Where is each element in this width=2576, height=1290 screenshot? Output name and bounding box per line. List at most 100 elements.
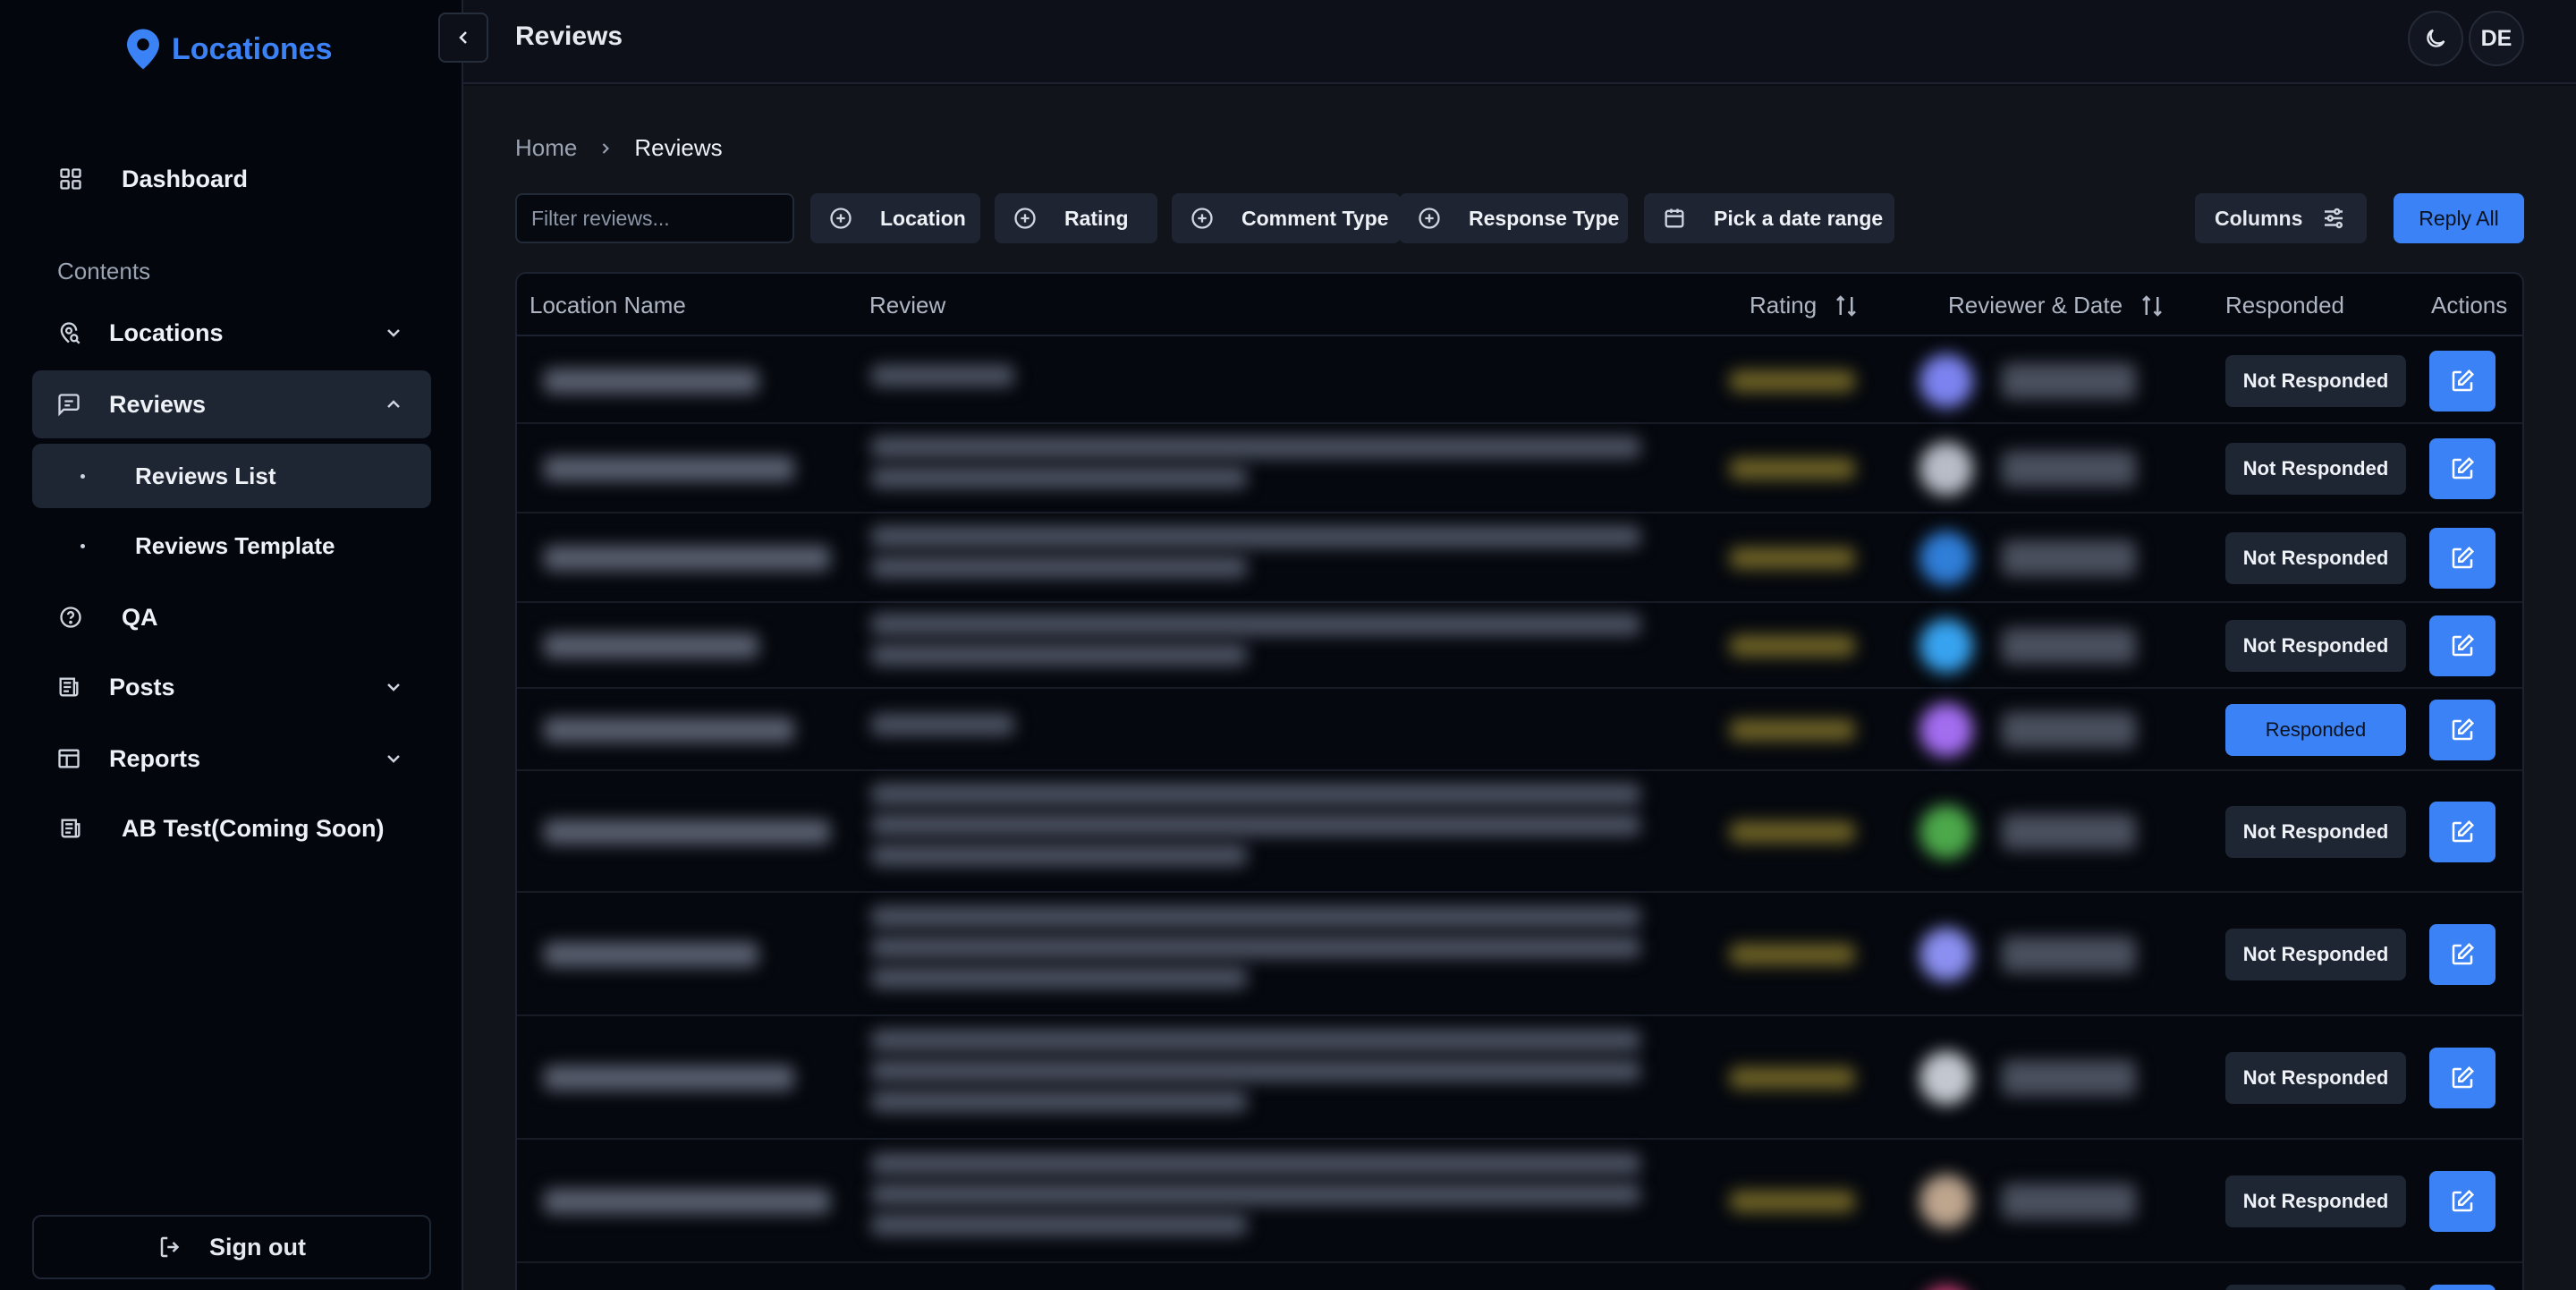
response-type-filter-button[interactable]: Response Type — [1399, 193, 1628, 243]
breadcrumb-home[interactable]: Home — [515, 134, 577, 162]
brand-logo[interactable]: Locationes — [127, 27, 332, 72]
reviewer-avatar — [1919, 442, 1973, 496]
app-root: Locationes Dashboard Contents Locations — [0, 0, 2576, 1290]
column-header-review[interactable]: Review — [869, 292, 945, 319]
sidebar-item-reports[interactable]: Reports — [32, 725, 431, 793]
sidebar-item-label: Posts — [109, 673, 175, 700]
theme-toggle-button[interactable] — [2408, 11, 2463, 66]
chip-label: Rating — [1064, 206, 1129, 230]
edit-icon — [2452, 1189, 2475, 1212]
response-status-button[interactable]: Responded — [2225, 704, 2406, 756]
sidebar-item-locations[interactable]: Locations — [32, 299, 431, 367]
date-range-picker-button[interactable]: Pick a date range — [1644, 193, 1894, 243]
user-initials: DE — [2480, 25, 2512, 51]
rating-stars-cell — [1730, 719, 1855, 741]
rating-stars-cell — [1730, 1191, 1855, 1212]
edit-icon — [2452, 1065, 2475, 1089]
sidebar-item-label: Reviews — [109, 390, 207, 418]
filter-reviews-input[interactable] — [515, 193, 794, 243]
review-text-cell — [871, 365, 1014, 386]
response-status-button[interactable]: Not Responded — [2225, 1052, 2406, 1104]
table-row: Not Responded — [517, 1140, 2522, 1263]
sidebar-item-label: Reports — [109, 744, 201, 772]
columns-label: Columns — [2215, 206, 2303, 230]
edit-icon — [2452, 369, 2475, 392]
table-row: Not Responded — [517, 893, 2522, 1016]
sidebar-item-label: QA — [122, 603, 158, 631]
location-name-cell — [544, 942, 758, 967]
edit-icon — [2452, 456, 2475, 480]
sidebar-item-label: AB Test(Coming Soon) — [122, 814, 385, 842]
reviewer-avatar — [1919, 619, 1973, 673]
collapse-sidebar-button[interactable] — [438, 13, 488, 63]
edit-review-button[interactable] — [2429, 528, 2496, 589]
table-row: Not Responded — [517, 513, 2522, 603]
message-square-icon — [55, 391, 82, 418]
brand-name: Locationes — [172, 31, 333, 66]
sign-out-label: Sign out — [209, 1233, 306, 1260]
reviewer-date-cell — [2002, 540, 2136, 576]
sign-out-button[interactable]: Sign out — [32, 1215, 431, 1279]
sidebar-item-ab-test[interactable]: AB Test(Coming Soon) — [32, 794, 431, 862]
column-header-location-name[interactable]: Location Name — [530, 292, 686, 319]
help-circle-icon — [57, 604, 84, 631]
column-header-rating[interactable]: Rating — [1750, 292, 1860, 319]
table-row: Not Responded — [517, 603, 2522, 689]
edit-icon — [2452, 633, 2475, 657]
table-row: Not Responded — [517, 1016, 2522, 1140]
response-status-button[interactable]: Not Responded — [2225, 620, 2406, 672]
response-status-button[interactable]: Not Responded — [2225, 929, 2406, 980]
edit-review-button[interactable] — [2429, 1048, 2496, 1108]
reviewer-date-cell — [2002, 451, 2136, 487]
edit-review-button[interactable] — [2429, 1285, 2496, 1290]
reviewer-avatar — [1919, 703, 1973, 757]
reviewer-date-cell — [2002, 712, 2136, 748]
review-text-cell — [871, 1184, 1640, 1205]
table-row — [517, 1263, 2522, 1290]
response-status-button[interactable]: Not Responded — [2225, 532, 2406, 584]
response-status-button[interactable]: Not Responded — [2225, 806, 2406, 858]
edit-review-button[interactable] — [2429, 615, 2496, 676]
reply-all-button[interactable]: Reply All — [2394, 193, 2524, 243]
response-status-button[interactable]: Not Responded — [2225, 1175, 2406, 1227]
sidebar-subitem-label: Reviews Template — [135, 531, 335, 559]
review-text-cell — [871, 1153, 1640, 1175]
rating-stars-cell — [1730, 944, 1855, 965]
location-filter-button[interactable]: Location — [810, 193, 980, 243]
sidebar-subitem-reviews-template[interactable]: Reviews Template — [32, 513, 431, 578]
edit-review-button[interactable] — [2429, 1171, 2496, 1232]
sidebar-item-dashboard[interactable]: Dashboard — [32, 145, 431, 213]
response-status-button[interactable]: Not Responded — [2225, 443, 2406, 495]
location-name-cell — [544, 1189, 830, 1214]
review-text-cell — [871, 526, 1640, 547]
plus-circle-icon — [1419, 208, 1440, 229]
review-text-cell — [871, 467, 1247, 488]
edit-review-button[interactable] — [2429, 351, 2496, 412]
sidebar-item-qa[interactable]: QA — [32, 583, 431, 651]
edit-review-button[interactable] — [2429, 438, 2496, 499]
sidebar-subitem-label: Reviews List — [135, 462, 276, 489]
table-row: Not Responded — [517, 424, 2522, 513]
layout-icon — [55, 745, 82, 772]
location-name-cell — [544, 819, 830, 844]
grid-icon — [57, 165, 84, 192]
sidebar-item-posts[interactable]: Posts — [32, 653, 431, 721]
response-status-button[interactable]: Not Responded — [2225, 355, 2406, 407]
location-name-cell — [544, 456, 794, 481]
rating-filter-button[interactable]: Rating — [995, 193, 1157, 243]
column-header-reviewer-date[interactable]: Reviewer & Date — [1948, 292, 2165, 319]
edit-review-button[interactable] — [2429, 924, 2496, 985]
sidebar-subitem-reviews-list[interactable]: Reviews List — [32, 444, 431, 508]
sidebar-item-reviews[interactable]: Reviews — [32, 370, 431, 438]
comment-type-filter-button[interactable]: Comment Type — [1172, 193, 1401, 243]
table-row: Responded — [517, 689, 2522, 771]
user-avatar[interactable]: DE — [2469, 11, 2524, 66]
response-status-button[interactable] — [2225, 1285, 2406, 1290]
edit-review-button[interactable] — [2429, 802, 2496, 862]
reviewer-date-cell — [2002, 628, 2136, 664]
review-text-cell — [871, 1091, 1247, 1112]
edit-review-button[interactable] — [2429, 700, 2496, 760]
sort-icon — [2142, 294, 2162, 317]
review-text-cell — [871, 644, 1247, 666]
columns-button[interactable]: Columns — [2195, 193, 2367, 243]
